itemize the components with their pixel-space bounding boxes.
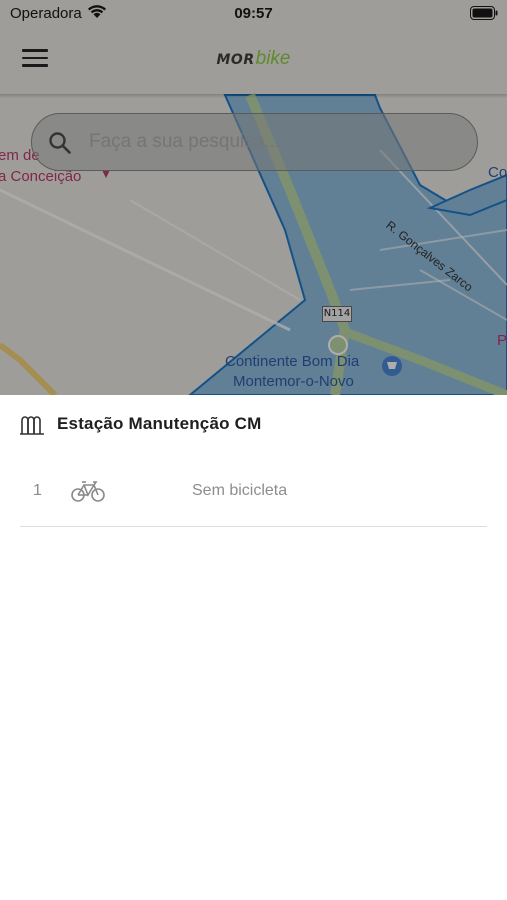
status-bar: Operadora 09:57: [0, 0, 507, 28]
bicycle-icon: [71, 481, 105, 502]
slot-number: 1: [33, 482, 42, 499]
map-label-store-1: Continente Bom Dia: [225, 353, 360, 370]
search-icon: [49, 132, 71, 154]
station-name: Estação Manutenção CM: [57, 414, 262, 433]
bike-rack-icon: [20, 416, 44, 435]
road-shield-n114: N114: [322, 306, 352, 322]
map-view[interactable]: em de a Conceição R. Gonçalves Zarco N11…: [0, 0, 507, 395]
map-label-edge-mid: P: [497, 332, 507, 349]
map-label-edge-top: Co: [488, 164, 507, 181]
battery-icon: [470, 6, 498, 20]
search-input[interactable]: [89, 131, 449, 153]
app-logo: MORbike: [0, 48, 507, 70]
poi-pin-icon: [102, 170, 110, 178]
station-sheet: Estação Manutenção CM 1 Sem bicicleta: [0, 395, 507, 900]
search-bar[interactable]: [31, 113, 478, 171]
map-label-store-2: Montemor-o-Novo: [233, 373, 354, 390]
slot-status: Sem bicicleta: [192, 482, 288, 499]
dock-slot-row[interactable]: 1 Sem bicicleta: [20, 467, 487, 527]
clock: 09:57: [234, 5, 273, 22]
header-shadow: [0, 94, 507, 98]
logo-bike: bike: [255, 48, 291, 69]
logo-mor: MOR: [216, 52, 255, 68]
app-header: MORbike: [0, 28, 507, 94]
